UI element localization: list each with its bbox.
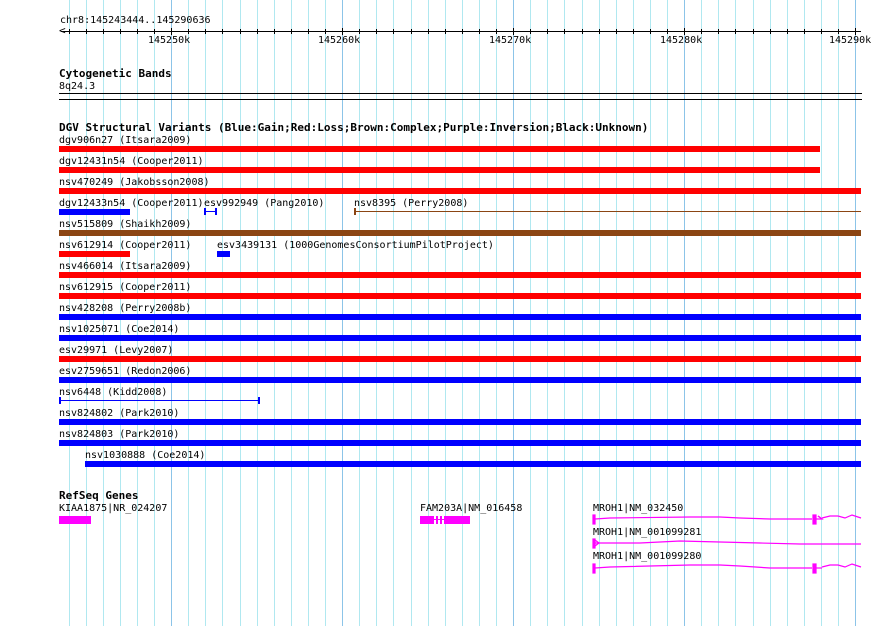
mroh1-intron — [821, 514, 862, 519]
mroh1-exon — [812, 514, 817, 525]
mroh1-transcripts — [592, 514, 862, 574]
mroh1-intron — [594, 516, 812, 520]
mroh1-exon — [812, 563, 817, 574]
mroh1-intron — [595, 540, 861, 545]
mroh1-exon — [592, 563, 596, 574]
mroh1-intron — [594, 564, 812, 569]
mroh1-exon — [592, 538, 596, 549]
mroh1-exon — [592, 514, 596, 525]
mroh1-intron — [821, 563, 862, 568]
genome-browser-panel: chr8:145243444..145290636 < 145250k 1452… — [0, 0, 890, 626]
